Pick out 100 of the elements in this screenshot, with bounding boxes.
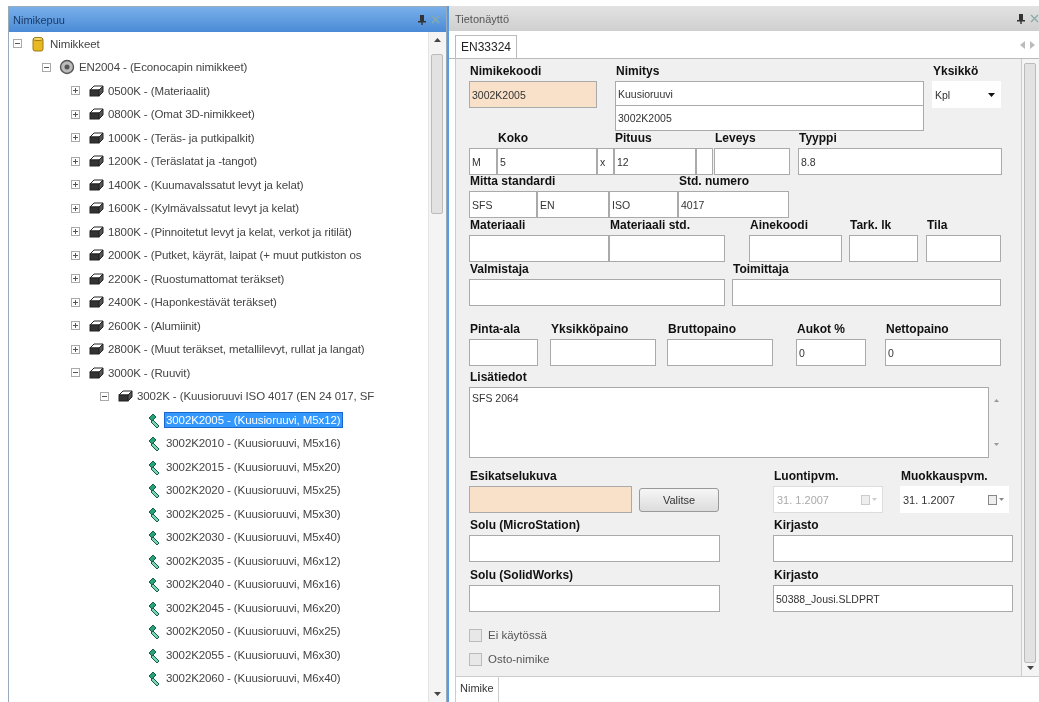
block-stack-icon	[88, 176, 104, 193]
tree-item[interactable]: 3002K2030 - (Kuusioruuvi, M5x40)	[165, 530, 342, 545]
block-stack-icon	[88, 106, 104, 123]
text-field[interactable]	[667, 339, 773, 366]
scroll-thumb[interactable]	[1024, 63, 1036, 663]
tree-item[interactable]: 3002K2025 - (Kuusioruuvi, M5x30)	[165, 506, 342, 521]
text-field[interactable]	[773, 535, 1013, 562]
plus-icon[interactable]	[71, 274, 80, 284]
plus-icon[interactable]	[71, 344, 80, 354]
block-stack-icon	[88, 200, 104, 217]
block-stack-icon	[88, 341, 104, 358]
text-field[interactable]	[849, 235, 918, 262]
checkbox[interactable]	[469, 652, 482, 666]
choose-button[interactable]: Valitse	[639, 488, 719, 512]
text-field[interactable]: 0	[796, 339, 866, 366]
plus-icon[interactable]	[71, 109, 80, 119]
text-field[interactable]: SFS	[469, 191, 537, 218]
text-field[interactable]: 8.8	[798, 148, 1002, 175]
text-field[interactable]	[469, 585, 720, 612]
field-label: Solu (SolidWorks)	[469, 568, 574, 583]
tree-item[interactable]: 3002K2055 - (Kuusioruuvi, M6x30)	[165, 647, 342, 662]
plus-icon[interactable]	[71, 321, 80, 331]
scroll-up-icon	[434, 38, 441, 42]
minus-icon[interactable]	[71, 368, 80, 378]
tree-item[interactable]: 0500K - (Materiaalit)	[107, 83, 212, 98]
tree-item[interactable]: 2600K - (Alumiinit)	[107, 318, 202, 333]
tree-item[interactable]: 3002K2050 - (Kuusioruuvi, M6x25)	[165, 624, 342, 639]
text-field[interactable]	[926, 235, 1001, 262]
tree-item[interactable]: 2000K - (Putket, käyrät, laipat (+ muut putkiston os	[107, 248, 363, 263]
tree-item[interactable]: 3002K - (Kuusioruuvi ISO 4017 (EN 24 017, SF	[136, 389, 376, 404]
field-label: Tyyppi	[798, 131, 837, 146]
minus-icon[interactable]	[100, 391, 109, 401]
text-area[interactable]: SFS 2064	[469, 387, 989, 458]
checkbox[interactable]	[469, 628, 482, 642]
tree-item[interactable]: 1600K - (Kylmävalssatut levyt ja kelat)	[107, 201, 301, 216]
tree-item[interactable]: 3002K2010 - (Kuusioruuvi, M5x16)	[165, 436, 342, 451]
text-field[interactable]: 3002K2005	[469, 81, 597, 108]
field-label: Kirjasto	[773, 518, 819, 533]
text-field[interactable]: 12	[614, 148, 696, 175]
tree-item[interactable]: 1800K - (Pinnoitetut levyt ja kelat, verkot ja ritilät)	[107, 224, 353, 239]
text-field[interactable]	[696, 148, 713, 175]
tree-item[interactable]: 3002K2015 - (Kuusioruuvi, M5x20)	[165, 459, 342, 474]
tree-item[interactable]: 3000K - (Ruuvit)	[107, 365, 192, 380]
plus-icon[interactable]	[71, 227, 80, 237]
text-field[interactable]: 0	[885, 339, 1001, 366]
tree-item[interactable]: 1400K - (Kuumavalssatut levyt ja kelat)	[107, 177, 305, 192]
tree-item[interactable]: 1200K - (Teräslatat ja -tangot)	[107, 154, 259, 169]
tree-item[interactable]: 1000K - (Teräs- ja putkipalkit)	[107, 130, 256, 145]
text-field[interactable]	[469, 535, 720, 562]
tab[interactable]: EN33324	[455, 35, 518, 58]
screw-icon	[146, 576, 162, 593]
plus-icon[interactable]	[71, 133, 80, 143]
tree-item[interactable]: 2800K - (Muut teräkset, metallilevyt, rullat ja langat)	[107, 342, 366, 357]
text-field[interactable]: EN	[537, 191, 609, 218]
text-field[interactable]	[749, 235, 842, 262]
tree-item[interactable]: EN2004 - (Econocapin nimikkeet)	[78, 60, 249, 75]
text-field[interactable]	[469, 279, 725, 306]
text-field[interactable]: M	[469, 148, 497, 175]
unit-dropdown[interactable]: Kpl	[932, 81, 1001, 108]
checkbox-label: Osto-nimike	[488, 653, 550, 665]
minus-icon[interactable]	[42, 62, 51, 72]
text-field[interactable]	[469, 486, 632, 513]
text-field[interactable]: ISO	[609, 191, 678, 218]
plus-icon[interactable]	[71, 86, 80, 96]
minus-icon[interactable]	[13, 39, 22, 49]
text-field[interactable]	[550, 339, 656, 366]
tree-item[interactable]: 3002K2045 - (Kuusioruuvi, M6x20)	[165, 600, 342, 615]
text-field[interactable]: Kuusioruuvi	[615, 81, 924, 106]
plus-icon[interactable]	[71, 297, 80, 307]
scrollbar[interactable]	[1021, 59, 1039, 676]
date-field[interactable]: 31. 1.2007	[900, 486, 1009, 513]
scrollbar[interactable]	[428, 32, 446, 702]
tree-item[interactable]: 2400K - (Haponkestävät teräkset)	[107, 295, 278, 310]
screw-icon	[146, 411, 162, 428]
tree-item[interactable]: 3002K2035 - (Kuusioruuvi, M6x12)	[165, 553, 342, 568]
field-label: Leveys	[714, 131, 756, 146]
text-field[interactable]: 50388_Jousi.SLDPRT	[773, 585, 1013, 612]
plus-icon[interactable]	[71, 180, 80, 190]
field-label: Pituus	[614, 131, 652, 146]
text-field[interactable]	[469, 339, 538, 366]
tree-item[interactable]: 2200K - (Ruostumattomat teräkset)	[107, 271, 286, 286]
plus-icon[interactable]	[71, 203, 80, 213]
tree-item[interactable]: 3002K2060 - (Kuusioruuvi, M6x40)	[165, 671, 342, 686]
text-field[interactable]: 3002K2005	[615, 106, 924, 131]
block-stack-icon	[88, 294, 104, 311]
text-field[interactable]: 5	[497, 148, 597, 175]
scroll-thumb[interactable]	[431, 54, 443, 214]
text-field[interactable]	[732, 279, 1001, 306]
text-field[interactable]	[609, 235, 725, 262]
tree-item[interactable]: 3002K2020 - (Kuusioruuvi, M5x25)	[165, 483, 342, 498]
screw-icon	[146, 552, 162, 569]
tree-item[interactable]: Nimikkeet	[49, 36, 101, 51]
tree-item[interactable]: 0800K - (Omat 3D-nimikkeet)	[107, 107, 256, 122]
text-field[interactable]	[714, 148, 790, 175]
text-field[interactable]: 4017	[678, 191, 789, 218]
plus-icon[interactable]	[71, 156, 80, 166]
block-stack-icon	[88, 317, 104, 334]
tree-item[interactable]: 3002K2040 - (Kuusioruuvi, M6x16)	[165, 577, 342, 592]
text-field[interactable]	[469, 235, 609, 262]
plus-icon[interactable]	[71, 250, 80, 260]
